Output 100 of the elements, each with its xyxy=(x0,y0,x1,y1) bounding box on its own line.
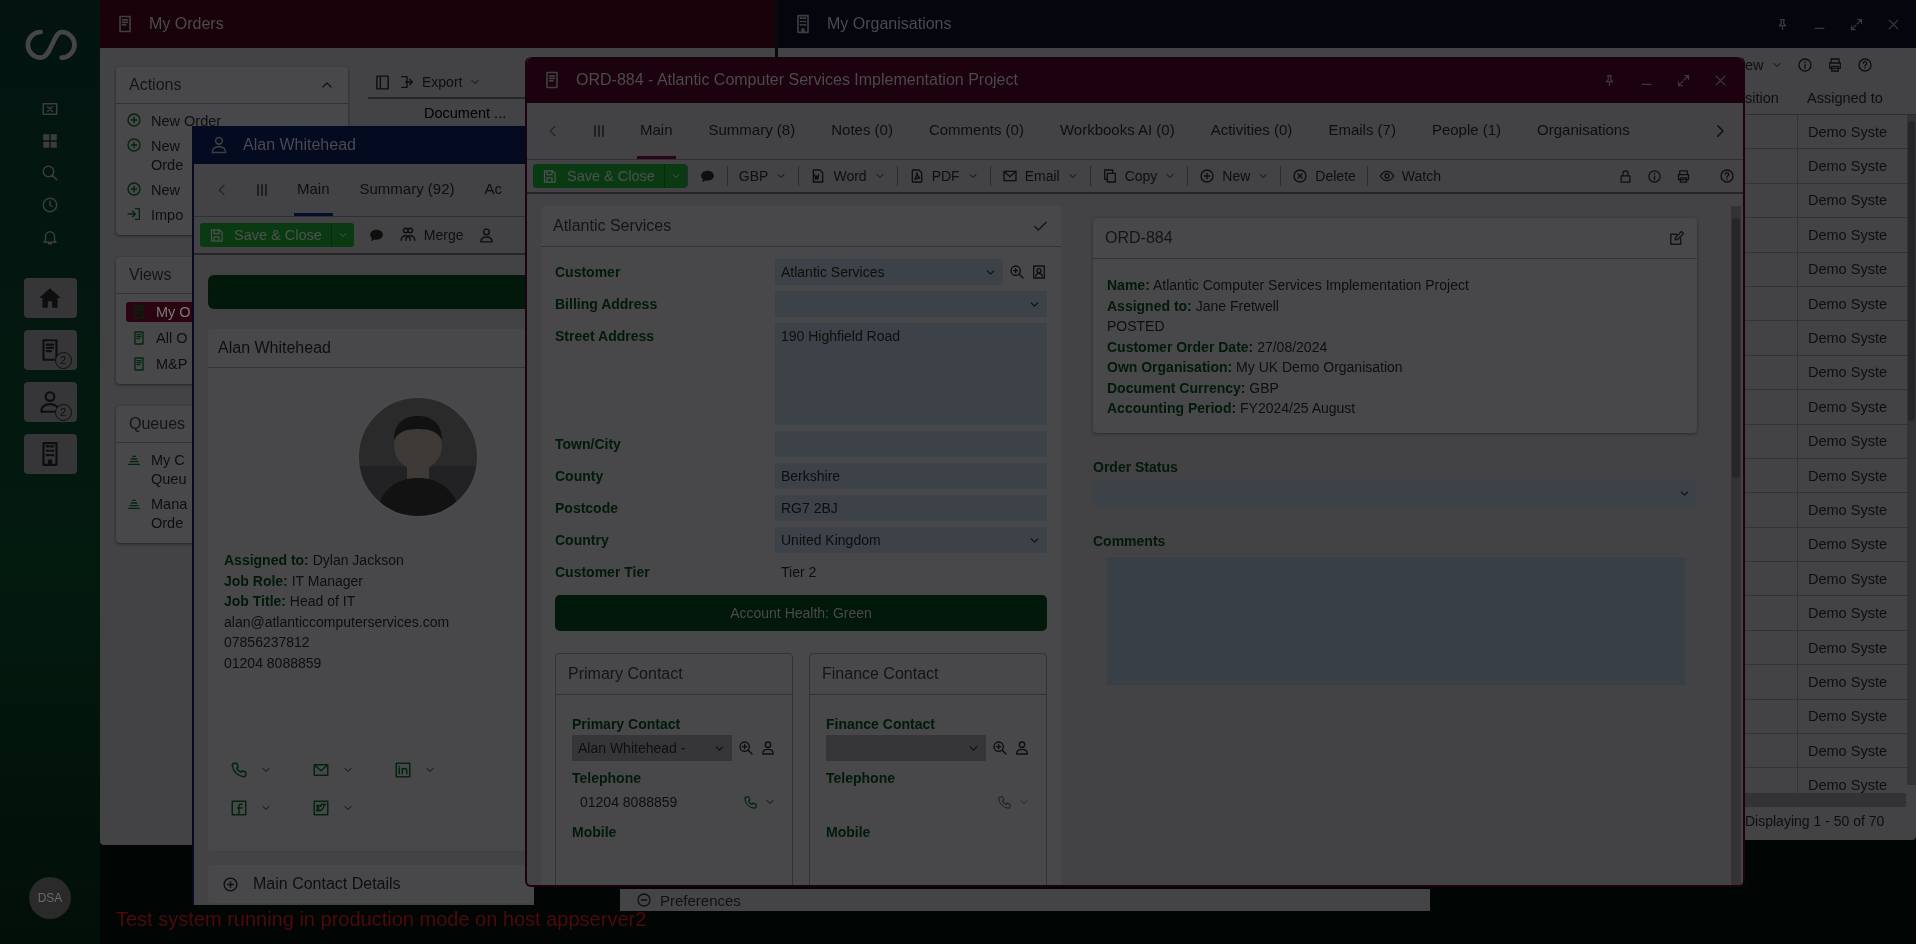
document-icon xyxy=(131,330,147,346)
select-field[interactable]: United Kingdom xyxy=(775,527,1047,553)
info-icon[interactable] xyxy=(1647,168,1662,184)
field-label: Customer Tier xyxy=(555,563,651,582)
person-icon[interactable] xyxy=(477,226,495,244)
scrollbar[interactable] xyxy=(1907,115,1916,785)
field-label: Telephone xyxy=(572,769,642,788)
action-link[interactable]: Impo xyxy=(151,206,184,225)
envelope-icon xyxy=(1001,168,1018,184)
column-header[interactable]: sition xyxy=(1745,90,1797,106)
tab[interactable]: Organisations xyxy=(1534,103,1633,159)
clock-icon[interactable] xyxy=(41,196,59,214)
select-field[interactable] xyxy=(775,291,1047,317)
action-link[interactable]: New Order xyxy=(151,112,222,131)
lock-icon[interactable] xyxy=(1618,168,1633,184)
field-label: Finance Contact xyxy=(826,715,936,734)
contact-card-icon[interactable] xyxy=(1031,264,1047,280)
summary-line: Document Currency: GBP xyxy=(1107,378,1280,398)
action-link[interactable]: New Orde xyxy=(151,137,184,175)
save-icon xyxy=(542,168,557,184)
field-label: Mobile xyxy=(572,823,618,842)
contact-detail: Job Title: Head of IT xyxy=(224,592,357,611)
help-icon[interactable] xyxy=(1719,168,1735,184)
phone-icon[interactable] xyxy=(743,794,758,810)
scrollbar[interactable] xyxy=(1745,793,1906,807)
save-menu-button[interactable] xyxy=(330,223,354,247)
save-menu-button[interactable] xyxy=(663,164,687,188)
contact-detail: alan@atlanticcomputerservices.com xyxy=(224,612,451,632)
facebook-icon[interactable] xyxy=(230,799,248,817)
select-field[interactable] xyxy=(1093,480,1697,507)
field-label: Town/City xyxy=(555,435,622,454)
export-icon xyxy=(399,74,415,90)
system-message: Test system running in production mode on host appserver2 xyxy=(116,908,647,931)
info-icon[interactable] xyxy=(1796,57,1813,73)
toolbar-button[interactable]: Delete xyxy=(1280,166,1367,186)
copy-icon xyxy=(1101,168,1118,184)
field-label: Order Status xyxy=(1093,458,1179,475)
columns-icon[interactable] xyxy=(591,123,607,139)
contact-field[interactable] xyxy=(826,735,986,761)
people-icon xyxy=(398,226,417,244)
edit-icon[interactable] xyxy=(1668,229,1685,247)
linkedin-icon[interactable] xyxy=(394,761,412,779)
window-title: ORD-884 - Atlantic Computer Services Implementation Project xyxy=(576,71,1018,89)
bell-icon[interactable] xyxy=(41,228,59,246)
zoom-in-icon[interactable] xyxy=(738,740,754,756)
tab[interactable]: Summary (92) xyxy=(356,164,458,216)
search-icon[interactable] xyxy=(41,164,59,182)
phone-icon[interactable] xyxy=(997,794,1012,810)
summary-line: Assigned to: Jane Fretwell xyxy=(1107,296,1280,316)
person-icon[interactable] xyxy=(1014,740,1030,756)
input-field[interactable]: Berkshire xyxy=(775,463,1047,489)
twitter-icon[interactable] xyxy=(312,799,330,817)
panel-toggle-icon[interactable] xyxy=(374,73,391,91)
zoom-in-icon[interactable] xyxy=(1009,264,1025,280)
card-title: Alan Whitehead xyxy=(218,339,331,357)
person-icon[interactable] xyxy=(760,740,776,756)
toolbar-button[interactable]: Email xyxy=(989,166,1090,186)
tab[interactable]: Summary (8) xyxy=(705,103,799,159)
toolbar-button[interactable]: Word xyxy=(798,166,897,186)
field-label: County xyxy=(555,467,605,486)
user-avatar[interactable]: DSA xyxy=(29,877,71,919)
save-close-button[interactable]: Save & Close xyxy=(200,223,331,247)
grid-icon[interactable] xyxy=(41,132,59,150)
view-item[interactable]: All O xyxy=(126,328,193,348)
column-header[interactable]: Document ... xyxy=(424,105,507,121)
maximize-icon[interactable] xyxy=(1676,72,1691,88)
queue-link[interactable]: My C Queu xyxy=(151,451,187,489)
export-button[interactable]: Export xyxy=(399,74,482,90)
shortcut-button[interactable] xyxy=(23,278,77,318)
contact-detail: 07856237812 xyxy=(224,633,311,652)
summary-line: Own Organisation: My UK Demo Organisation xyxy=(1107,358,1404,377)
print-icon[interactable] xyxy=(1676,168,1691,184)
envelope-icon[interactable] xyxy=(312,761,330,779)
window-title: My Organisations xyxy=(827,15,952,33)
window-icon[interactable] xyxy=(41,100,59,118)
help-icon[interactable] xyxy=(1856,57,1873,73)
columns-icon[interactable] xyxy=(254,182,270,198)
view-item[interactable]: M&P xyxy=(126,354,193,374)
action-link[interactable]: New xyxy=(151,181,180,200)
scrollbar[interactable] xyxy=(1731,206,1741,885)
shortcut-button[interactable] xyxy=(23,434,77,474)
print-icon[interactable] xyxy=(1826,57,1843,73)
field-label: Comments xyxy=(1093,532,1167,549)
save-close-button[interactable]: Save & Close xyxy=(533,164,664,188)
field-label: Customer xyxy=(555,263,622,282)
eye-icon xyxy=(1378,168,1395,184)
toolbar-button[interactable]: PDF xyxy=(896,166,990,186)
section-header[interactable]: Main Contact Details xyxy=(208,865,534,903)
zoom-in-icon[interactable] xyxy=(992,740,1008,756)
field-label: Telephone xyxy=(826,769,896,788)
customer-field[interactable]: Atlantic Services xyxy=(775,259,1003,285)
phone-icon[interactable] xyxy=(230,761,248,779)
import-icon xyxy=(126,206,142,222)
account-health-button[interactable]: Account Health: Green xyxy=(555,595,1047,631)
text-area[interactable]: 190 Highfield Road xyxy=(775,323,1047,425)
maximize-icon[interactable] xyxy=(1849,16,1864,32)
contact-detail: Job Role: IT Manager xyxy=(224,571,364,591)
queue-link[interactable]: Mana Orde xyxy=(151,495,188,533)
input-field[interactable]: RG7 2BJ xyxy=(775,495,1047,521)
view-dropdown[interactable]: ew xyxy=(1745,57,1783,73)
